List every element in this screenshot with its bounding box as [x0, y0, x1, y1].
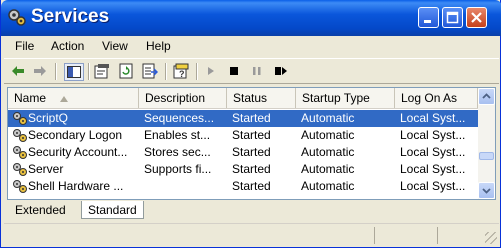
status-bar	[4, 223, 499, 246]
show-hide-tree-icon[interactable]	[64, 63, 84, 81]
pause-service-icon[interactable]	[248, 63, 266, 79]
title-bar[interactable]: Services	[1, 0, 501, 36]
status-divider	[437, 227, 438, 244]
maximize-icon	[446, 11, 459, 24]
maximize-button[interactable]	[442, 7, 463, 28]
refresh-icon[interactable]	[117, 63, 135, 79]
chevron-down-icon	[482, 188, 491, 194]
scroll-up-button[interactable]	[478, 88, 495, 105]
close-button[interactable]	[466, 7, 487, 28]
vertical-scrollbar[interactable]	[478, 88, 495, 199]
gears-icon	[8, 9, 26, 26]
start-service-icon[interactable]	[202, 63, 220, 79]
service-icon	[13, 129, 27, 142]
service-name: Security Account...	[28, 145, 128, 159]
service-icon	[13, 180, 27, 193]
table-row[interactable]: Shell Hardware ... Started Automatic Loc…	[8, 178, 478, 195]
tab-standard[interactable]: Standard	[81, 201, 144, 219]
service-icon	[13, 163, 27, 176]
service-startup-type: Automatic	[301, 128, 355, 142]
table-row[interactable]: Secondary Logon Enables st... Started Au…	[8, 127, 478, 144]
chevron-up-icon	[482, 93, 491, 99]
menu-help[interactable]: Help	[146, 39, 171, 53]
service-startup-type: Automatic	[301, 145, 355, 159]
scroll-down-button[interactable]	[478, 182, 495, 199]
service-status: Started	[232, 145, 271, 159]
service-icon	[13, 112, 27, 125]
export-list-icon[interactable]	[141, 63, 159, 79]
column-header-status[interactable]: Status	[227, 88, 296, 108]
table-row[interactable]: Security Account... Stores sec... Starte…	[8, 144, 478, 161]
toolbar: ?	[4, 58, 499, 84]
column-header-label: Name	[14, 91, 47, 105]
menu-view[interactable]: View	[102, 39, 128, 53]
column-header-logon-as[interactable]: Log On As	[395, 88, 478, 108]
restart-service-icon[interactable]	[272, 63, 290, 79]
service-logon-as: Local Syst...	[400, 162, 466, 176]
scroll-thumb[interactable]	[479, 152, 494, 160]
service-status: Started	[232, 179, 271, 193]
column-header-name[interactable]: Name	[8, 88, 139, 108]
minimize-button[interactable]	[418, 7, 439, 28]
column-header-startup-type[interactable]: Startup Type	[296, 88, 395, 108]
service-icon	[13, 146, 27, 159]
service-startup-type: Automatic	[301, 111, 355, 125]
status-divider	[374, 227, 375, 244]
properties-icon[interactable]	[93, 63, 111, 79]
forward-icon[interactable]	[31, 63, 49, 79]
service-description	[144, 178, 226, 195]
service-logon-as: Local Syst...	[400, 128, 466, 142]
service-description: Supports fi...	[144, 162, 212, 176]
table-row[interactable]: Server Supports fi... Started Automatic …	[8, 161, 478, 178]
minimize-icon	[424, 20, 431, 23]
close-icon	[471, 12, 482, 23]
sort-ascending-icon	[60, 96, 68, 102]
resize-grip[interactable]	[485, 232, 497, 244]
service-status: Started	[232, 128, 271, 142]
menu-action[interactable]: Action	[51, 39, 84, 53]
column-header-description[interactable]: Description	[139, 88, 227, 108]
service-startup-type: Automatic	[301, 162, 355, 176]
svg-text:?: ?	[179, 69, 185, 79]
service-name: Shell Hardware ...	[28, 179, 124, 193]
stop-service-icon[interactable]	[225, 63, 243, 79]
back-icon[interactable]	[9, 63, 27, 79]
tab-extended[interactable]: Extended	[9, 201, 72, 219]
service-logon-as: Local Syst...	[400, 179, 466, 193]
service-status: Started	[232, 111, 271, 125]
menu-bar: File Action View Help	[4, 38, 499, 56]
view-tabs: Extended Standard	[7, 201, 496, 221]
help-icon[interactable]: ?	[172, 63, 190, 79]
service-logon-as: Local Syst...	[400, 145, 466, 159]
service-description: Stores sec...	[144, 145, 211, 159]
service-startup-type: Automatic	[301, 179, 355, 193]
service-description: Enables st...	[144, 128, 211, 142]
service-status: Started	[232, 162, 271, 176]
service-description: Sequences...	[144, 111, 215, 125]
services-window: Services File Action View Help ? Name De…	[0, 0, 501, 248]
list-header: Name Description Status Startup Type Log…	[8, 88, 478, 109]
service-logon-as: Local Syst...	[400, 111, 466, 125]
menu-file[interactable]: File	[15, 39, 34, 53]
table-row[interactable]: ScriptQ Sequences... Started Automatic L…	[8, 110, 478, 127]
service-name: Server	[28, 162, 64, 176]
window-title: Services	[31, 6, 110, 27]
services-list[interactable]: Name Description Status Startup Type Log…	[7, 87, 496, 200]
service-name: ScriptQ	[28, 111, 69, 125]
service-name: Secondary Logon	[28, 128, 123, 142]
